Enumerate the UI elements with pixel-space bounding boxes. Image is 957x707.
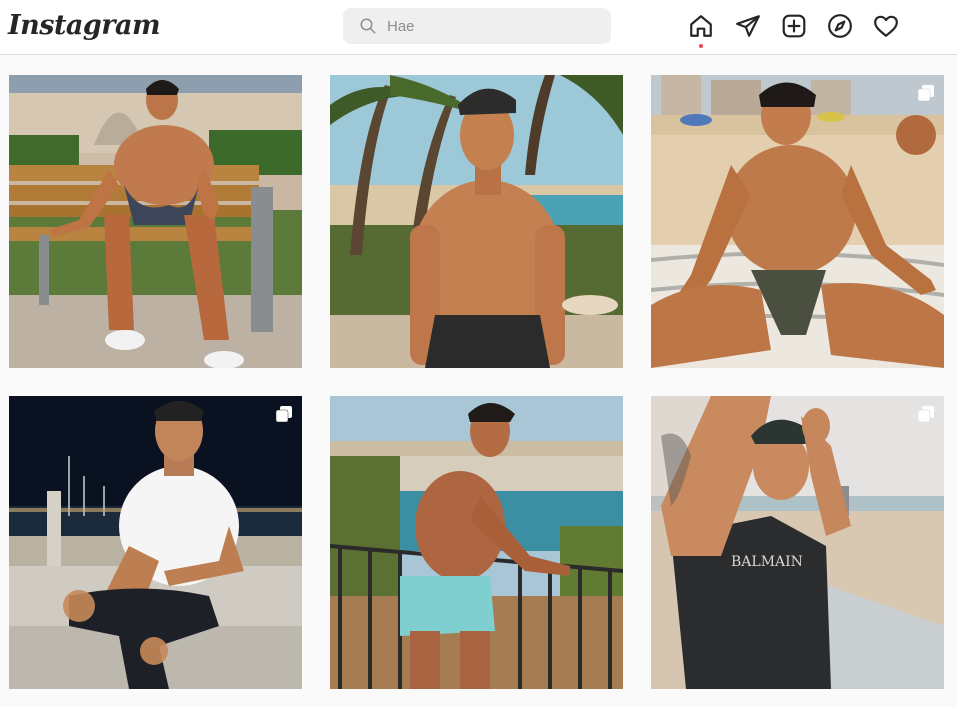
multiple-posts-icon [276,406,292,422]
top-navigation-bar: Instagram [0,0,957,55]
post-image-man-on-bench [9,75,302,368]
post-thumbnail[interactable] [330,75,623,368]
post-thumbnail[interactable] [651,75,944,368]
search-icon [360,18,376,34]
post-image-man-at-railing [330,396,623,689]
direct-message-icon[interactable] [735,13,761,39]
post-thumbnail[interactable] [330,396,623,689]
post-image-man-on-beach-towel [651,75,944,368]
home-active-indicator [699,44,703,48]
shirt-print-text: BALMAIN [731,554,803,570]
search-input[interactable] [387,8,597,44]
home-icon[interactable] [688,13,714,39]
post-image-man-at-beach [330,75,623,368]
post-image-man-white-tshirt-night [9,396,302,689]
post-thumbnail[interactable] [9,75,302,368]
post-image-man-black-tshirt: BALMAIN [651,396,944,689]
search-box[interactable] [343,8,611,44]
instagram-logo[interactable]: Instagram [8,10,161,41]
post-thumbnail[interactable]: BALMAIN [651,396,944,689]
multiple-posts-icon [918,406,934,422]
explore-icon[interactable] [827,13,853,39]
post-thumbnail[interactable] [9,396,302,689]
activity-heart-icon[interactable] [873,13,899,39]
new-post-icon[interactable] [781,13,807,39]
multiple-posts-icon [918,85,934,101]
